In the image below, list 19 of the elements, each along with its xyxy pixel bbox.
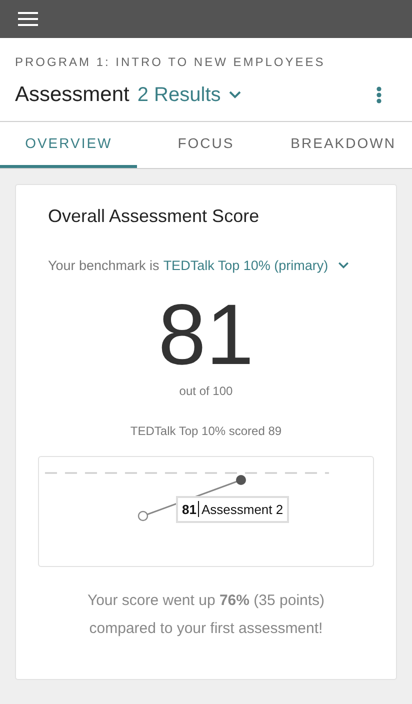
score-max: out of 100 (178, 382, 234, 400)
page-title: Assessment (15, 82, 130, 108)
score-summary: Your score went up 76% (35 points) compared to your first assessment! (86, 590, 326, 639)
tab[interactable]: FOCUS (137, 122, 275, 168)
results-dropdown[interactable]: 2 Results (137, 80, 241, 110)
chevron-icon (228, 90, 241, 99)
benchmark-score: TEDTalk Top 10% scored 89 (129, 422, 283, 440)
score-value: 81 (157, 290, 255, 380)
chevron-icon (338, 262, 350, 270)
program-label: PROGRAM 1: INTRO TO NEW EMPLOYEES (15, 54, 326, 71)
card-title: Overall Assessment Score (48, 204, 260, 228)
menu-icon[interactable] (18, 12, 38, 26)
tab[interactable]: OVERVIEW (0, 122, 138, 168)
tooltip-label: Assessment 2 (201, 500, 284, 518)
benchmark-label: Your benchmark is (48, 256, 160, 274)
benchmark-dropdown[interactable]: TEDTalk Top 10% (primary) (163, 256, 350, 276)
tooltip-value: 81 (182, 500, 196, 518)
more-icon[interactable] (376, 86, 382, 104)
tab[interactable]: BREAKDOWN (274, 122, 412, 168)
